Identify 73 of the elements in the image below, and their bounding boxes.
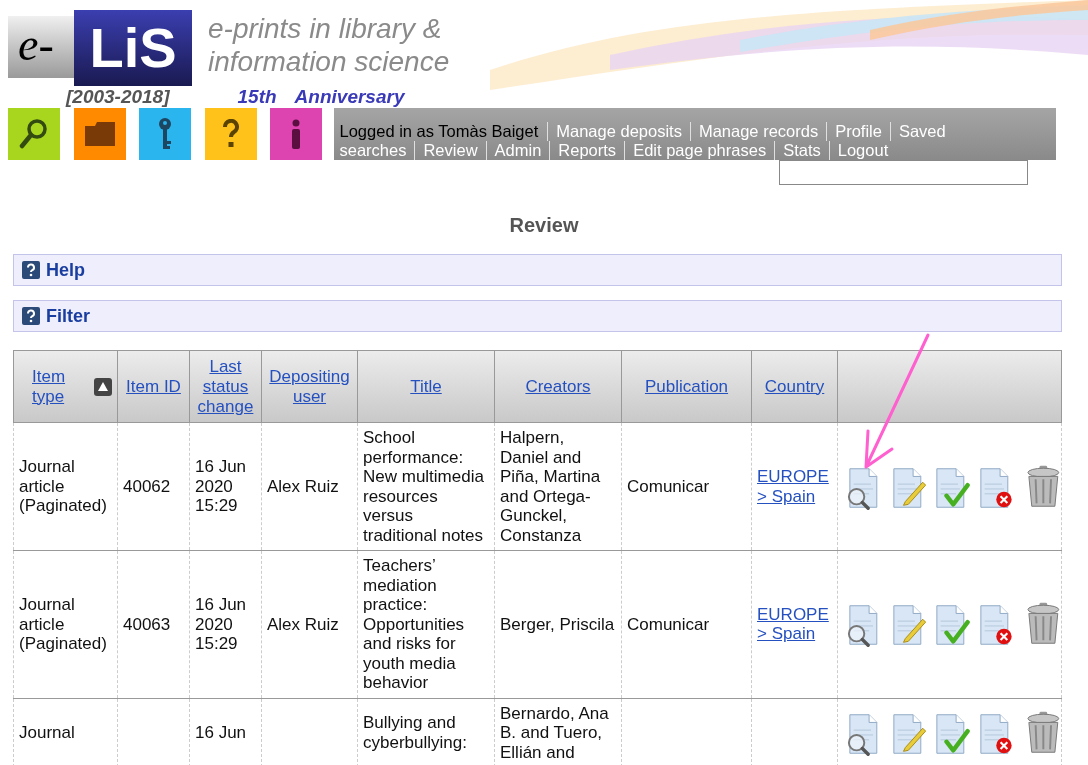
table-cell: Comunicar xyxy=(627,614,710,634)
help-icon xyxy=(22,261,40,279)
folder-icon xyxy=(84,122,115,146)
tagline: e-prints in library & xyxy=(208,12,443,45)
toolbar-button[interactable] xyxy=(8,108,60,160)
region-link[interactable]: EUROPE > Spain xyxy=(757,467,832,506)
table-cell: 40062 xyxy=(123,476,171,496)
collapsible-section-header[interactable]: Filter xyxy=(13,300,1062,332)
info-icon xyxy=(291,119,301,149)
column-header[interactable]: Country xyxy=(751,350,838,423)
table-cell: 16 Jun 2020 15:29 xyxy=(195,595,247,653)
key-icon xyxy=(157,117,173,151)
table-cell: Comunicar xyxy=(627,476,710,496)
toolbar-button[interactable] xyxy=(270,108,322,160)
column-header[interactable]: Item type xyxy=(13,350,118,423)
sort-link[interactable]: Item ID xyxy=(126,376,181,397)
table-cell: 16 Jun 2020 15:29 xyxy=(195,457,247,516)
sort-link[interactable]: Publication xyxy=(644,376,729,397)
nav-link[interactable]: Manage deposits xyxy=(547,122,690,141)
sort-ascending-icon[interactable] xyxy=(94,377,112,396)
nav-link[interactable]: Reports xyxy=(549,141,625,160)
sort-link[interactable]: Last status change xyxy=(195,356,256,417)
column-header[interactable]: Item ID xyxy=(117,350,190,423)
column-header[interactable]: Creators xyxy=(494,350,622,423)
table-cell: 40063 xyxy=(123,614,171,634)
table-cell: Teachers’ mediation practice: Opportunities and risks for youth media behavior xyxy=(363,556,465,692)
nav-link[interactable]: Manage records xyxy=(689,122,827,141)
search-icon xyxy=(19,117,49,151)
sort-link[interactable]: Item type xyxy=(32,366,72,407)
nav-link[interactable]: Saved xyxy=(889,122,954,141)
toolbar-button[interactable] xyxy=(73,108,126,160)
trash-icon[interactable] xyxy=(1026,709,1061,756)
table-cell: Journal article (Paginated) xyxy=(19,595,107,653)
table-cell: 16 Jun xyxy=(195,723,247,742)
column-header[interactable]: Publication xyxy=(621,350,752,423)
trash-icon[interactable] xyxy=(1026,463,1061,510)
anniversary-label: Anniversary xyxy=(294,86,405,108)
table-cell: Bernardo, Ana B. and Tuero, Ellián and xyxy=(500,703,609,762)
approve-document-icon[interactable] xyxy=(933,603,970,648)
column-header[interactable]: Last status change xyxy=(189,350,262,423)
nav-link[interactable]: Admin xyxy=(485,141,550,160)
table-cell: Berger, Priscila xyxy=(500,614,615,634)
sort-link[interactable]: Creators xyxy=(525,376,591,397)
toolbar-button[interactable] xyxy=(204,108,257,160)
question-mark-icon xyxy=(221,119,240,149)
sort-link[interactable]: Depositing user xyxy=(267,366,352,407)
column-header[interactable]: Title xyxy=(357,350,495,423)
nav-link[interactable]: Profile xyxy=(826,122,890,141)
page-title: Review xyxy=(508,213,580,238)
search-field[interactable] xyxy=(778,160,1028,185)
logged-in-label: Logged in as Tomàs Baiget xyxy=(339,122,540,141)
table-cell: Journal xyxy=(19,723,75,742)
toolbar-button[interactable] xyxy=(139,108,191,160)
sort-link[interactable]: Title xyxy=(410,376,442,397)
nav-link[interactable]: searches xyxy=(339,141,415,160)
approve-document-icon[interactable] xyxy=(933,465,970,510)
years-label: [2003-2018] xyxy=(66,86,170,108)
column-header[interactable]: Depositing user xyxy=(261,350,358,423)
nav-link[interactable]: Edit page phrases xyxy=(624,141,775,160)
table-cell: Alex Ruiz xyxy=(267,476,339,496)
table-cell: Journal article (Paginated) xyxy=(19,457,107,516)
anniversary-number: 15th xyxy=(237,86,277,108)
table-cell: Bullying and cyberbullying: xyxy=(363,713,467,752)
collapsible-section-header[interactable]: Help xyxy=(13,254,1062,286)
table-cell: School performance: New multimedia resources versus traditional notes xyxy=(363,428,484,545)
table-cell: Halpern, Daniel and Piña, Martina and Ortega-Gunckel, Constanza xyxy=(500,428,601,545)
table-cell: Alex Ruiz xyxy=(267,614,339,634)
help-icon xyxy=(22,307,40,325)
nav-link[interactable]: Review xyxy=(414,141,486,160)
approve-document-icon[interactable] xyxy=(933,711,970,756)
sort-link[interactable]: Country xyxy=(764,376,825,397)
region-link[interactable]: EUROPE > Spain xyxy=(757,604,832,644)
tagline: information science xyxy=(208,45,450,78)
